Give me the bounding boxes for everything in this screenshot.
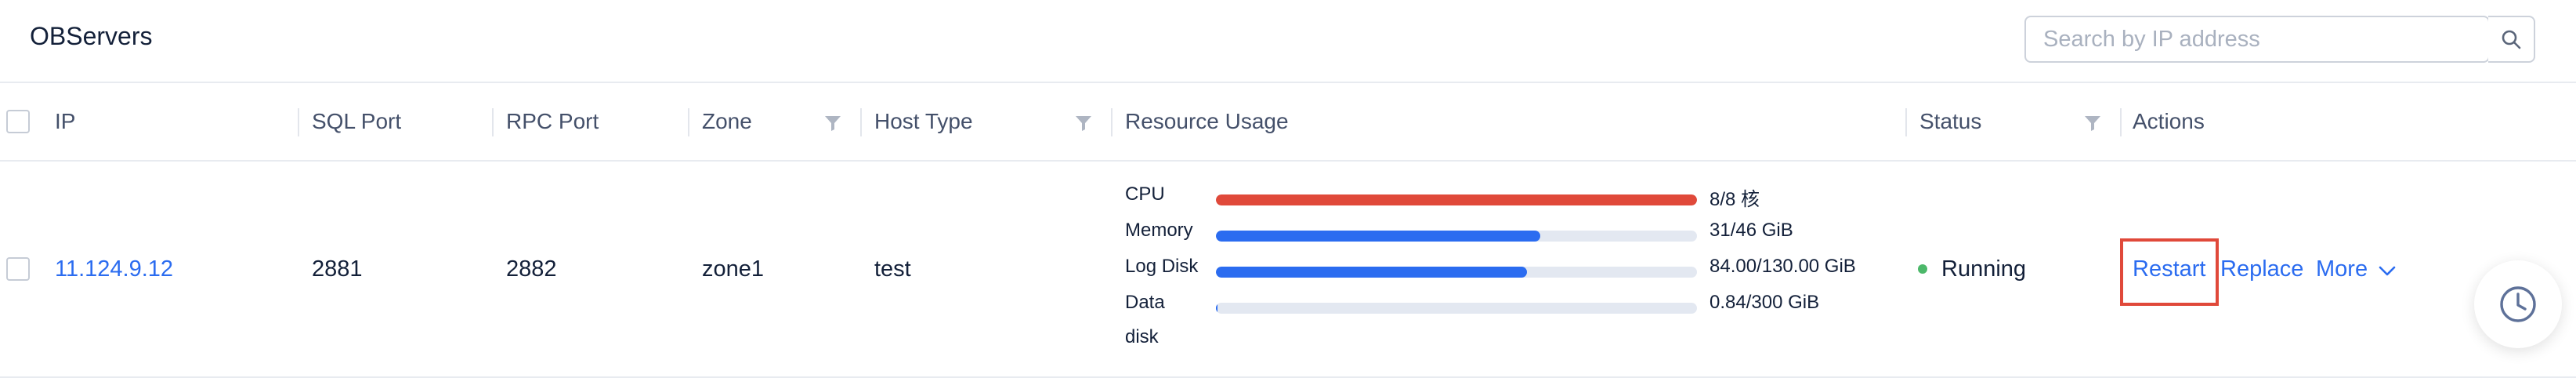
page-title: OBServers <box>30 22 153 50</box>
search-input[interactable] <box>2026 17 2490 61</box>
column-divider <box>1905 108 1907 136</box>
more-button[interactable]: More <box>2316 162 2396 376</box>
data-disk-usage-value: 0.84/300 GiB <box>1709 292 1820 313</box>
more-label: More <box>2316 256 2368 282</box>
server-ip-link[interactable]: 11.124.9.12 <box>55 162 173 376</box>
column-divider <box>688 108 689 136</box>
column-divider <box>492 108 494 136</box>
host-type-value: test <box>874 256 911 282</box>
cpu-usage-value: 8/8 核 <box>1709 189 1760 210</box>
column-header-host-type: Host Type <box>874 109 973 133</box>
status-filter-icon[interactable] <box>2084 114 2101 132</box>
status-value: Running <box>1941 256 2027 282</box>
restart-button[interactable]: Restart <box>2133 162 2205 376</box>
column-divider <box>2120 108 2122 136</box>
data-disk-label-line2: disk <box>1125 326 1159 347</box>
table-row: 11.124.9.12 2881 2882 zone1 test CPU 8/8… <box>0 162 2576 378</box>
host-type-filter-icon[interactable] <box>1075 114 1092 132</box>
column-divider <box>298 108 299 136</box>
status-indicator-dot <box>1918 264 1927 274</box>
column-header-resource-usage: Resource Usage <box>1125 109 1289 133</box>
column-header-ip: IP <box>55 109 76 133</box>
row-checkbox[interactable] <box>6 257 30 281</box>
search-icon <box>2502 30 2521 49</box>
log-disk-usage-value: 84.00/130.00 GiB <box>1709 256 1856 277</box>
column-divider <box>860 108 862 136</box>
replace-button[interactable]: Replace <box>2220 162 2303 376</box>
memory-label: Memory <box>1125 220 1193 241</box>
cpu-label: CPU <box>1125 184 1165 205</box>
cpu-usage-fill <box>1216 194 1697 205</box>
rpc-port-value: 2882 <box>506 256 557 282</box>
column-divider <box>1111 108 1113 136</box>
column-header-rpc-port: RPC Port <box>506 109 599 133</box>
search-button[interactable] <box>2488 16 2535 63</box>
select-all-checkbox[interactable] <box>6 110 30 133</box>
table-header: IP SQL Port RPC Port Zone Host Type Reso… <box>0 83 2576 162</box>
history-button[interactable] <box>2474 260 2562 348</box>
log-disk-label: Log Disk <box>1125 256 1199 277</box>
memory-usage-bar <box>1216 231 1697 242</box>
cpu-usage-bar <box>1216 194 1697 205</box>
data-disk-label: Data <box>1125 292 1165 313</box>
search-field[interactable] <box>2024 16 2490 63</box>
column-header-zone: Zone <box>702 109 752 133</box>
sql-port-value: 2881 <box>312 256 363 282</box>
chevron-down-icon <box>2379 266 2396 276</box>
log-disk-usage-fill <box>1216 267 1527 278</box>
column-header-status: Status <box>1919 109 1982 133</box>
memory-usage-value: 31/46 GiB <box>1709 220 1793 241</box>
zone-value: zone1 <box>702 256 765 282</box>
clock-icon <box>2500 286 2536 322</box>
column-header-actions: Actions <box>2133 109 2205 133</box>
log-disk-usage-bar <box>1216 267 1697 278</box>
data-disk-usage-fill <box>1216 303 1217 314</box>
zone-filter-icon[interactable] <box>824 114 841 132</box>
column-header-sql-port: SQL Port <box>312 109 402 133</box>
data-disk-usage-bar <box>1216 303 1697 314</box>
memory-usage-fill <box>1216 231 1540 242</box>
